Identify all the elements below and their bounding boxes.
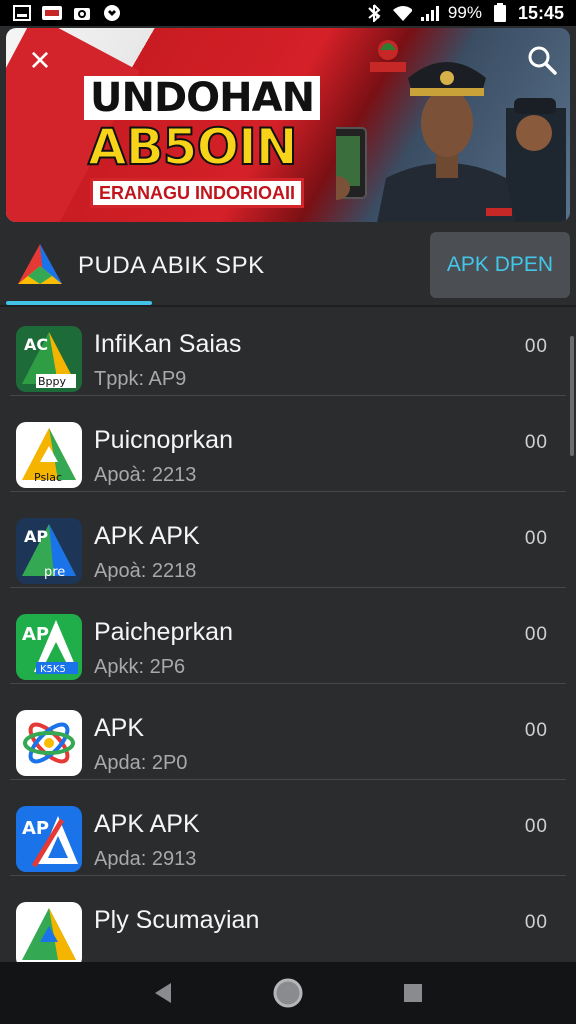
app-name: InfiKan Saias xyxy=(94,330,242,358)
app-meta: Apoà: 2213 xyxy=(94,464,197,486)
svg-text:AP: AP xyxy=(24,527,48,546)
app-meta: Apoà: 2218 xyxy=(94,560,197,582)
svg-text:Bppy: Bppy xyxy=(38,375,67,388)
app-size: 00 xyxy=(524,528,548,549)
shield-icon xyxy=(102,4,122,22)
list-item[interactable]: AC Bppy InfiKan Saias Tppk: AP9 00 xyxy=(10,326,566,396)
scrollbar[interactable] xyxy=(570,336,574,456)
wifi-icon xyxy=(392,4,412,22)
signal-icon xyxy=(420,4,440,22)
navigation-bar xyxy=(0,962,576,1024)
banner-headline-line1: UNDOHAN xyxy=(84,76,321,120)
svg-text:pre: pre xyxy=(44,565,65,580)
battery-percent: 99% xyxy=(447,3,482,22)
app-logo-icon xyxy=(18,244,62,284)
recents-icon[interactable] xyxy=(393,973,433,1013)
app-meta: Apda: 2913 xyxy=(94,848,197,870)
app-size: 00 xyxy=(524,720,548,741)
banner-tagline: ERANAGU INDORIOAII xyxy=(90,178,304,208)
app-icon: AP pre xyxy=(16,518,82,584)
app-icon xyxy=(16,902,82,962)
home-icon[interactable] xyxy=(268,973,308,1013)
list-item[interactable]: AP pre APK APK Apoà: 2218 00 xyxy=(10,492,566,588)
app-size: 00 xyxy=(524,336,548,357)
app-header: PUDA ABIK SPK APK DPEN xyxy=(0,228,576,308)
list-item[interactable]: Ply Scumayian 00 xyxy=(10,876,566,962)
close-icon[interactable]: × xyxy=(22,42,58,80)
app-name: APK xyxy=(94,714,145,742)
svg-text:AP: AP xyxy=(22,624,49,645)
app-icon: AP K5K5 xyxy=(16,614,82,680)
apk-open-button[interactable]: APK DPEN xyxy=(430,232,570,298)
header-divider xyxy=(0,305,576,307)
svg-text:K5K5: K5K5 xyxy=(40,664,66,675)
app-icon xyxy=(16,710,82,776)
svg-text:AC: AC xyxy=(24,335,48,354)
app-title: PUDA ABIK SPK xyxy=(78,252,265,279)
app-icon: AP xyxy=(16,806,82,872)
list-item[interactable]: APK Apda: 2P0 00 xyxy=(10,684,566,780)
battery-icon xyxy=(490,3,510,22)
app-name: APK APK xyxy=(94,810,200,838)
app-meta: Tppk: AP9 xyxy=(94,368,187,390)
screenshot-icon xyxy=(12,4,32,22)
app-meta: Apkk: 2P6 xyxy=(94,656,186,678)
app-size: 00 xyxy=(524,816,548,837)
svg-text:AP: AP xyxy=(22,818,49,839)
app-badge-icon xyxy=(42,4,62,22)
app-size: 00 xyxy=(524,432,548,453)
app-size: 00 xyxy=(524,624,548,645)
banner-headline-line2: AB5OIN xyxy=(87,118,299,176)
app-icon: Pslac xyxy=(16,422,82,488)
clock: 15:45 xyxy=(517,2,564,23)
promo-banner[interactable]: × UNDOHAN AB5OIN ERANAGU INDORIOAII xyxy=(6,28,570,222)
app-name: Ply Scumayian xyxy=(94,906,260,934)
list-item[interactable]: Pslac Puicnoprkan Apoà: 2213 00 xyxy=(10,396,566,492)
camera-icon xyxy=(72,4,92,22)
list-item[interactable]: AP APK APK Apda: 2913 00 xyxy=(10,780,566,876)
back-icon[interactable] xyxy=(143,973,183,1013)
app-list[interactable]: AC Bppy InfiKan Saias Tppk: AP9 00 Pslac… xyxy=(0,326,576,962)
search-icon[interactable] xyxy=(526,44,558,76)
bluetooth-off-icon xyxy=(364,4,384,22)
banner-headline: UNDOHAN AB5OIN xyxy=(84,76,321,173)
svg-text:Pslac: Pslac xyxy=(34,471,62,484)
app-icon: AC Bppy xyxy=(16,326,82,392)
status-bar: 99% 15:45 xyxy=(0,0,576,26)
app-size: 00 xyxy=(524,912,548,933)
app-meta: Apda: 2P0 xyxy=(94,752,188,774)
app-name: APK APK xyxy=(94,522,200,550)
list-item[interactable]: AP K5K5 Paicheprkan Apkk: 2P6 00 xyxy=(10,588,566,684)
app-name: Puicnoprkan xyxy=(94,426,233,454)
app-name: Paicheprkan xyxy=(94,618,233,646)
